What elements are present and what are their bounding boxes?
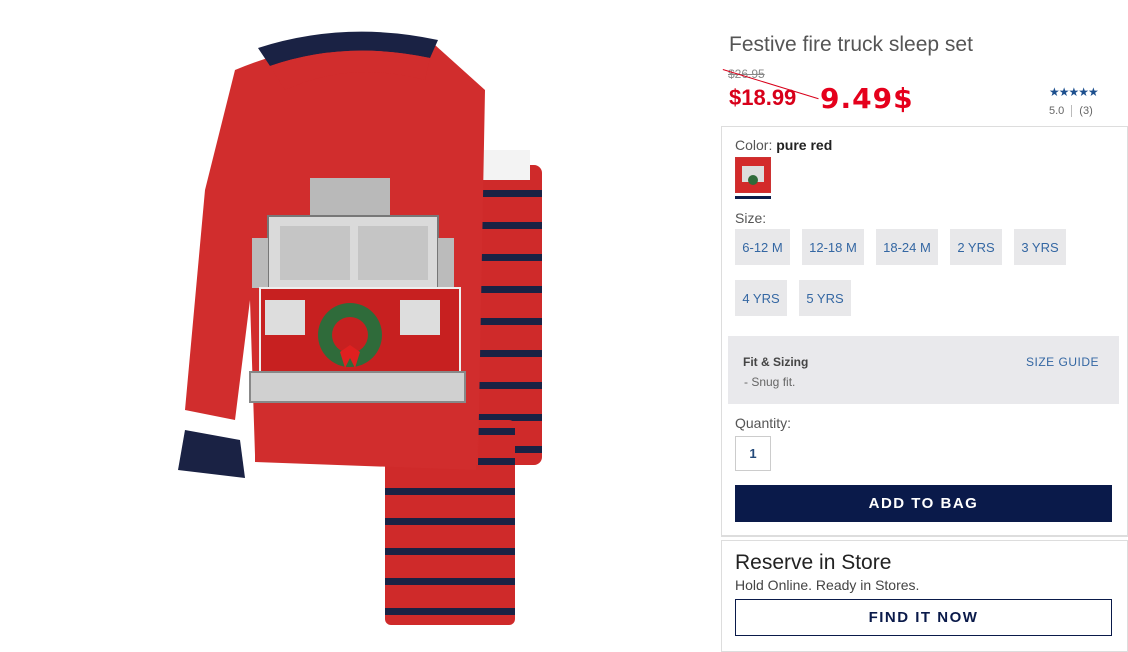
reserve-title: Reserve in Store — [735, 551, 892, 574]
product-title: Festive fire truck sleep set — [729, 33, 973, 56]
reserve-subtitle: Hold Online. Ready in Stores. — [735, 577, 920, 593]
quantity-label: Quantity: — [735, 415, 792, 431]
swatch-thumbnail — [736, 158, 770, 192]
size-option-3yrs[interactable]: 3 YRS — [1014, 229, 1066, 265]
rating-summary[interactable]: 5.0 (3) — [1049, 105, 1093, 118]
fit-sizing-title: Fit & Sizing — [743, 355, 809, 369]
color-value: pure red — [776, 137, 833, 153]
original-price: $26.95 — [728, 67, 765, 81]
quantity-input[interactable]: 1 — [735, 436, 771, 471]
find-it-now-button[interactable]: FIND IT NOW — [735, 599, 1112, 636]
size-label: Size: — [735, 210, 767, 226]
handwritten-price-annotation: 9.49$ — [820, 82, 914, 115]
rating-score: 5.0 — [1049, 105, 1065, 117]
size-option-4yrs[interactable]: 4 YRS — [735, 280, 787, 316]
fit-sizing-box — [728, 336, 1119, 404]
size-option-18-24m[interactable]: 18-24 M — [876, 229, 938, 265]
size-option-2yrs[interactable]: 2 YRS — [950, 229, 1002, 265]
size-guide-link[interactable]: SIZE GUIDE — [1026, 355, 1099, 369]
selected-swatch-indicator — [735, 196, 771, 199]
rating-stars-icon[interactable]: ★★★★★ — [1049, 85, 1099, 99]
color-swatch-pure-red[interactable] — [735, 157, 771, 193]
review-count: (3) — [1079, 105, 1093, 117]
add-to-bag-button[interactable]: ADD TO BAG — [735, 485, 1112, 522]
color-label: Color: pure red — [735, 137, 832, 153]
size-option-6-12m[interactable]: 6-12 M — [735, 229, 790, 265]
pajama-illustration — [178, 31, 542, 625]
color-label-text: Color: — [735, 137, 773, 153]
size-option-12-18m[interactable]: 12-18 M — [802, 229, 864, 265]
size-option-5yrs[interactable]: 5 YRS — [799, 280, 851, 316]
fit-note: - Snug fit. — [744, 375, 796, 389]
sale-price: $18.99 — [729, 85, 797, 110]
rating-divider — [1071, 105, 1073, 118]
purchase-panel — [721, 126, 1128, 537]
product-image — [0, 0, 700, 642]
